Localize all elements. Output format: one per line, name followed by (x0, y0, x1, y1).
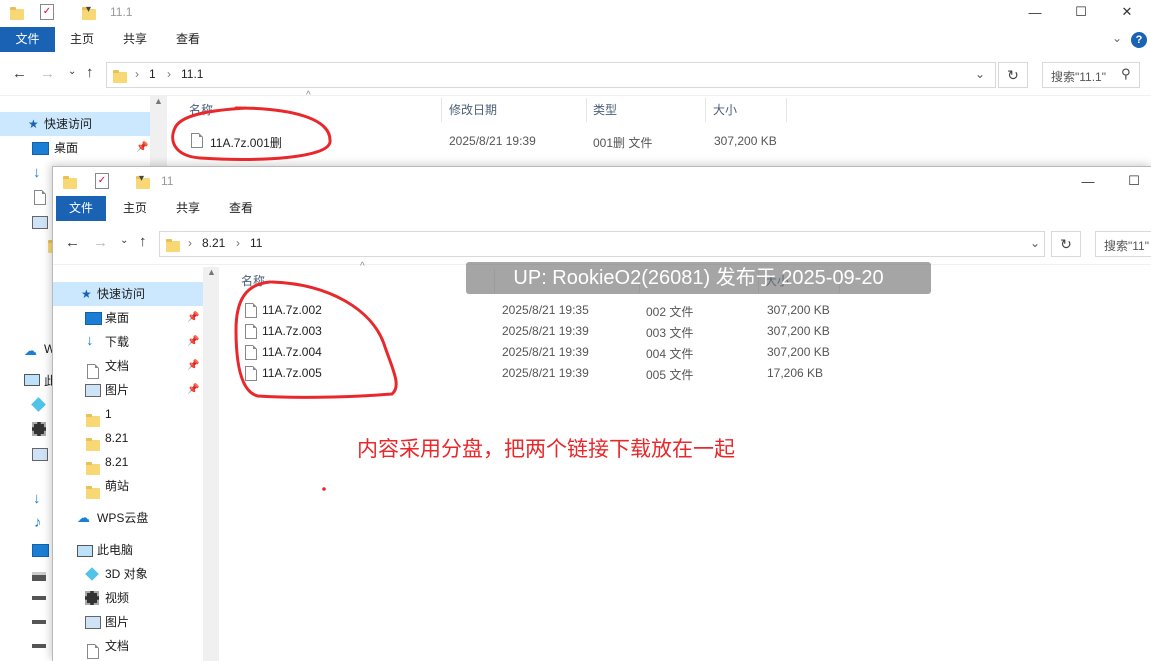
red-dot (322, 487, 326, 491)
red-circle-front-files (234, 280, 398, 399)
red-circle-back-file (171, 106, 332, 161)
annotation-scribbles (171, 106, 398, 491)
